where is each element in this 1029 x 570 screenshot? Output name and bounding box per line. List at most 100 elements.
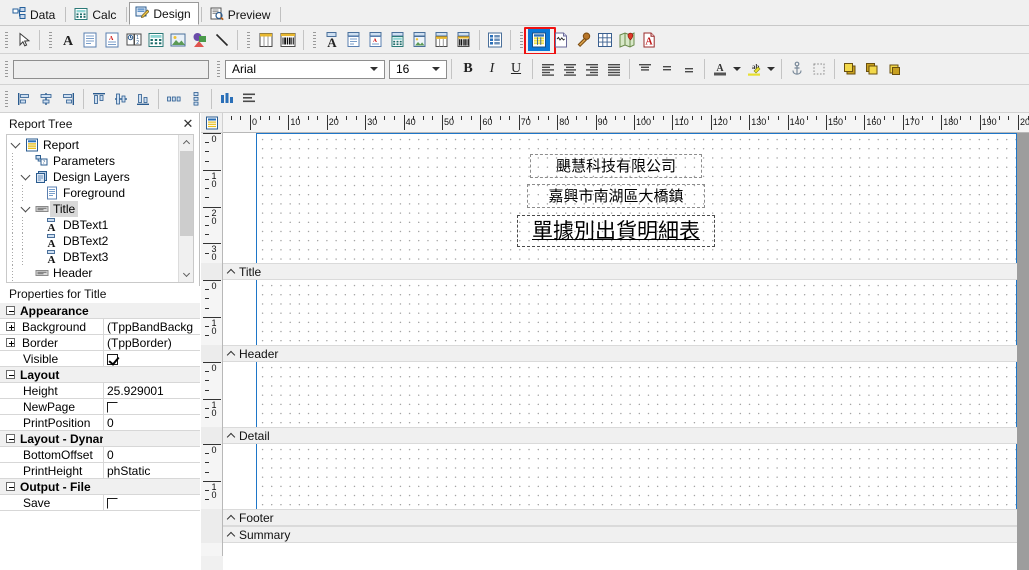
property-row[interactable]: NewPage [0,398,200,415]
page-style-tool[interactable] [550,29,572,51]
property-value[interactable]: (TppBandBackg [103,318,200,335]
align-left-button[interactable] [537,58,559,80]
align-justify-button[interactable] [603,58,625,80]
property-value[interactable]: phStatic [103,462,200,479]
dbtext-tool[interactable]: A [321,29,343,51]
align-objects-right-button[interactable] [57,88,79,110]
calc-tool[interactable] [145,29,167,51]
report-tree-scrollbar[interactable] [178,135,193,282]
property-row[interactable]: PrintHeight phStatic [0,462,200,479]
chevron-down-icon[interactable] [765,58,777,80]
property-row[interactable]: Height 25.929001 [0,382,200,399]
align-objects-bottom-button[interactable] [132,88,154,110]
bring-to-front-button[interactable] [839,58,861,80]
variable-tool[interactable]: 12 [123,29,145,51]
chevron-up-icon[interactable] [226,514,236,524]
band-detail-label[interactable]: Detail [223,427,1017,444]
font-group-grip[interactable] [215,59,222,79]
align-objects-hcenter-button[interactable] [35,88,57,110]
line-tool[interactable] [211,29,233,51]
font-name-combo[interactable]: Arial [225,59,385,79]
text-color-swatch[interactable]: A [709,58,731,80]
chevron-up-icon[interactable] [226,531,236,541]
tree-node[interactable]: A DBText3 [7,249,179,265]
property-row[interactable]: PrintPosition 0 [0,414,200,431]
chevron-up-icon[interactable] [226,432,236,442]
property-group[interactable]: Layout - Dynamic [0,431,200,447]
dbtext2-address[interactable]: 嘉興市南湖區大橋鎮 [527,184,705,208]
bold-button[interactable]: B [456,58,480,80]
highlight-color-button[interactable]: ab [743,58,777,80]
subreport-tool[interactable] [484,29,506,51]
property-group[interactable]: Layout [0,367,200,383]
collapse-icon[interactable] [0,303,20,319]
align-middle-button[interactable] [656,58,678,80]
image-tool[interactable] [167,29,189,51]
band-footer-label[interactable]: Footer [223,509,1017,526]
dbimage-tool[interactable] [409,29,431,51]
property-value[interactable]: 25.929001 [103,382,200,399]
send-to-back-button[interactable] [861,58,883,80]
tree-node[interactable]: Title [7,201,179,217]
map-tool[interactable] [616,29,638,51]
chevron-down-icon[interactable] [7,137,23,153]
align-objects-vcenter-button[interactable] [110,88,132,110]
barcode-tool[interactable] [277,29,299,51]
report-canvas[interactable]: Title Header Detail Footer Summary 颶慧科技有限公司嘉… [223,133,1029,570]
toolbar-grip[interactable] [518,29,525,50]
tree-node[interactable]: Report [7,137,179,153]
align-objects-top-button[interactable] [88,88,110,110]
highlight-color-swatch[interactable]: ab [743,58,765,80]
stretch-button[interactable] [808,58,830,80]
dbbarcode-tool[interactable] [453,29,475,51]
tree-node[interactable]: Header [7,265,179,281]
space-vertically-button[interactable] [185,88,207,110]
label-tool[interactable]: A [57,29,79,51]
anchor-button[interactable] [786,58,808,80]
chevron-down-icon[interactable] [17,169,33,185]
toolbar-grip[interactable] [245,29,252,50]
scroll-down-icon[interactable] [179,267,193,282]
align-right-button[interactable] [581,58,603,80]
chevron-down-icon[interactable] [366,60,381,78]
property-value[interactable]: (TppBorder) [103,334,200,351]
chevron-up-icon[interactable] [226,268,236,278]
tree-node[interactable]: ? Parameters [7,153,179,169]
ruler-corner-button[interactable] [201,113,223,133]
property-value[interactable]: 0 [103,446,200,463]
toolbar-grip[interactable] [3,29,10,50]
italic-button[interactable]: I [480,58,504,80]
dbcalc-tool[interactable] [387,29,409,51]
region-tool[interactable] [255,29,277,51]
property-row[interactable]: Border (TppBorder) [0,334,200,351]
crosstab-tool[interactable] [524,26,556,55]
align-top-button[interactable] [634,58,656,80]
tree-node[interactable]: Foreground [7,185,179,201]
collapse-icon[interactable] [0,479,20,495]
align-bottom-button[interactable] [678,58,700,80]
tree-node[interactable]: Design Layers [7,169,179,185]
checkbox-checked-icon[interactable] [107,353,118,365]
band-detail-area[interactable] [256,362,1017,427]
font-size-combo[interactable]: 16 [389,59,447,79]
close-icon[interactable]: ✕ [181,116,195,132]
fit-to-band-button[interactable] [238,88,260,110]
size-equal-button[interactable] [216,88,238,110]
dbregion-tool[interactable] [431,29,453,51]
property-value[interactable] [103,494,200,511]
tab-design[interactable]: Design [129,2,199,25]
band-header-area[interactable] [256,280,1017,345]
toolbar-grip[interactable] [3,59,10,79]
property-row[interactable]: Visible [0,350,200,367]
band-summary-label[interactable]: Summary [223,526,1017,543]
format-painter-tool[interactable] [572,29,594,51]
property-row[interactable]: Background (TppBandBackg [0,318,200,335]
align-objects-left-button[interactable] [13,88,35,110]
space-horizontally-button[interactable] [163,88,185,110]
scrollbar-thumb[interactable] [180,151,193,236]
tab-data[interactable]: Data [6,4,63,25]
chevron-down-icon[interactable] [731,58,743,80]
property-group[interactable]: Appearance [0,303,200,319]
toolbar-grip[interactable] [47,29,54,50]
align-center-button[interactable] [559,58,581,80]
